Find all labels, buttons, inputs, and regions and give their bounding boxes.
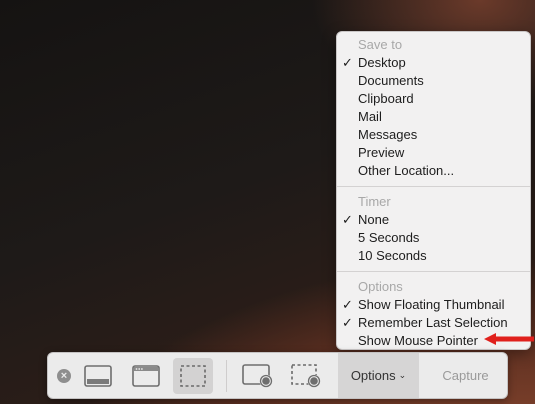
menu-item-mail[interactable]: Mail <box>337 108 530 126</box>
menu-item-documents[interactable]: Documents <box>337 72 530 90</box>
menu-item-label: None <box>358 212 390 227</box>
record-selection-icon <box>291 364 321 388</box>
menu-item-label: Remember Last Selection <box>358 315 508 330</box>
menu-item-timer-none[interactable]: ✓ None <box>337 211 530 229</box>
screenshot-toolbar: × Options ⌄ Capture <box>47 352 508 399</box>
menu-separator <box>337 271 530 272</box>
menu-item-label: Show Floating Thumbnail <box>358 297 505 312</box>
toolbar-divider <box>226 360 227 392</box>
menu-item-show-floating-thumbnail[interactable]: ✓ Show Floating Thumbnail <box>337 296 530 314</box>
menu-item-other-location[interactable]: Other Location... <box>337 162 530 180</box>
checkmark-icon: ✓ <box>342 212 353 227</box>
menu-item-label: Clipboard <box>358 91 414 106</box>
menu-item-label: Messages <box>358 127 418 142</box>
menu-item-clipboard[interactable]: Clipboard <box>337 90 530 108</box>
checkmark-icon: ✓ <box>342 297 353 312</box>
menu-item-label: 10 Seconds <box>358 248 427 263</box>
window-icon <box>132 365 160 387</box>
annotation-arrow-icon <box>484 333 534 345</box>
menu-item-label: Other Location... <box>358 163 455 178</box>
menu-header-options: Options <box>358 279 403 294</box>
capture-selection-button[interactable] <box>173 358 213 394</box>
menu-item-timer-10-seconds[interactable]: 10 Seconds <box>337 247 530 265</box>
menu-item-label: Preview <box>358 145 405 160</box>
menu-header-timer: Timer <box>358 194 391 209</box>
menu-item-remember-last-selection[interactable]: ✓ Remember Last Selection <box>337 314 530 332</box>
menu-item-messages[interactable]: Messages <box>337 126 530 144</box>
selection-icon <box>180 365 206 387</box>
menu-item-label: Mail <box>358 109 382 124</box>
capture-label: Capture <box>442 368 489 383</box>
checkmark-icon: ✓ <box>342 315 353 330</box>
options-label: Options <box>350 368 396 383</box>
menu-item-preview[interactable]: Preview <box>337 144 530 162</box>
capture-button[interactable]: Capture <box>424 353 507 398</box>
capture-entire-screen-button[interactable] <box>78 358 118 394</box>
record-screen-icon <box>242 364 273 388</box>
options-button[interactable]: Options ⌄ <box>338 353 419 398</box>
menu-item-label: 5 Seconds <box>358 230 420 245</box>
menu-item-desktop[interactable]: ✓ Desktop <box>337 54 530 72</box>
record-selection-button[interactable] <box>286 358 326 394</box>
chevron-down-icon: ⌄ <box>398 370 407 380</box>
options-menu: Save to ✓ Desktop Documents Clipboard Mai… <box>336 31 531 350</box>
menu-item-label: Show Mouse Pointer <box>358 333 478 348</box>
menu-item-label: Documents <box>358 73 424 88</box>
close-icon[interactable]: × <box>57 369 71 383</box>
menu-item-label: Desktop <box>358 55 406 70</box>
menu-item-timer-5-seconds[interactable]: 5 Seconds <box>337 229 530 247</box>
entire-screen-icon <box>84 365 112 387</box>
checkmark-icon: ✓ <box>342 55 353 70</box>
menu-header-save-to: Save to <box>358 37 403 52</box>
menu-separator <box>337 186 530 187</box>
record-entire-screen-button[interactable] <box>238 358 278 394</box>
capture-window-button[interactable] <box>126 358 166 394</box>
